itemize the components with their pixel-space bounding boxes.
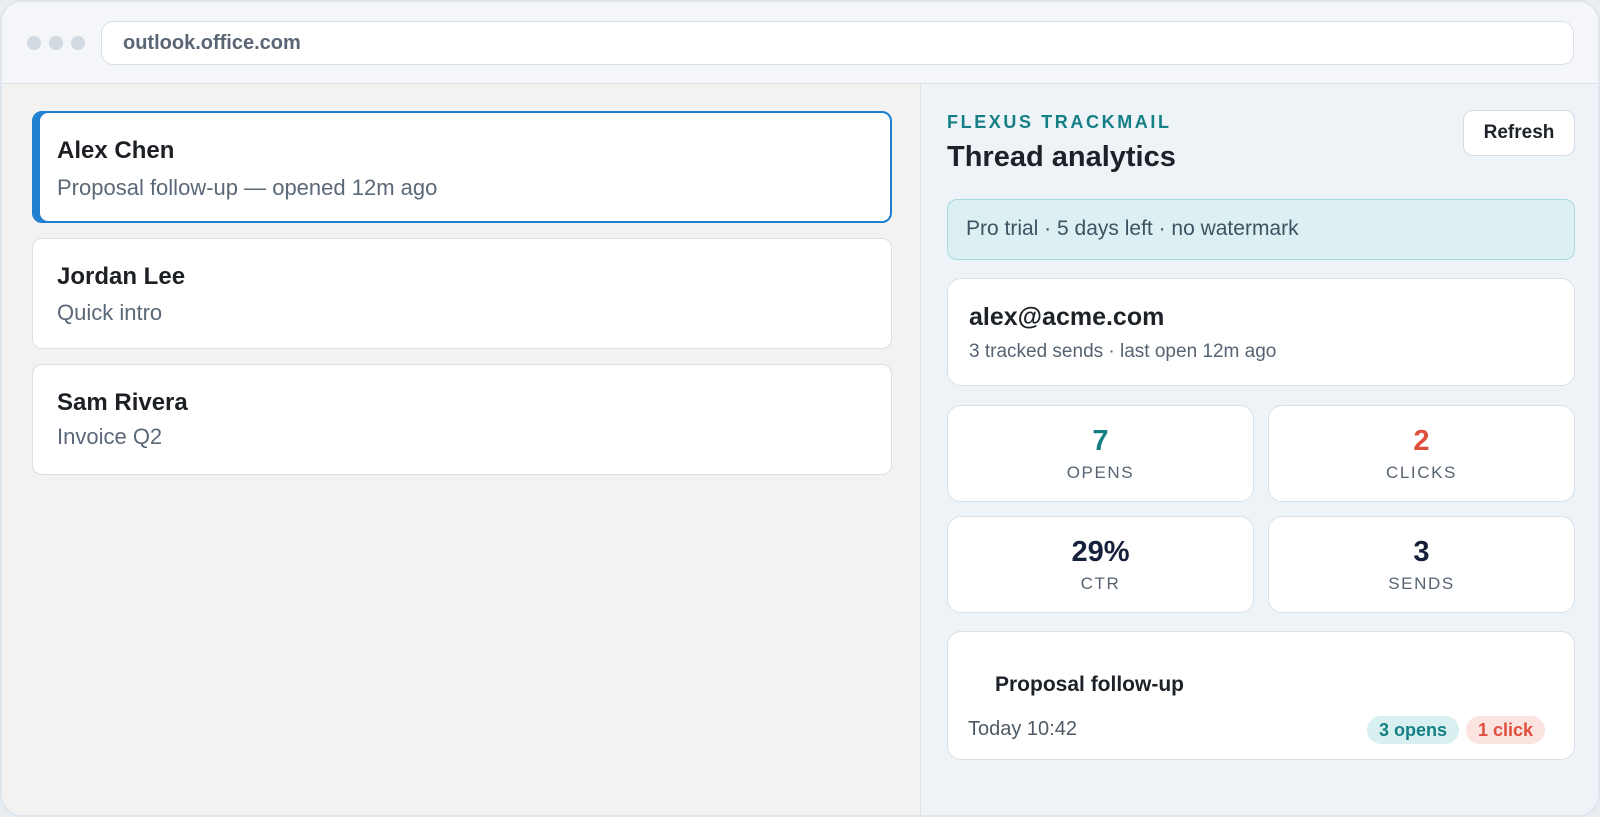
mail-subject: Quick intro (57, 300, 163, 325)
brand-label: FLEXUS TRACKMAIL (947, 112, 1172, 132)
contact-card: alex@acme.com 3 tracked sends · last ope… (947, 278, 1575, 386)
stat-label: CLICKS (1385, 463, 1457, 482)
mail-subject: Proposal follow-up — opened 12m ago (57, 175, 438, 200)
stat-value: 2 (1413, 425, 1430, 457)
mail-item-jordan-lee[interactable]: Jordan Lee Quick intro (32, 238, 892, 349)
mail-sender: Jordan Lee (57, 263, 186, 290)
stat-sends: 3 SENDS (1268, 516, 1575, 613)
thread-subject: Proposal follow-up (995, 673, 1184, 696)
browser-window: outlook.office.com Alex Chen Proposal fo… (0, 0, 1600, 817)
panel-title: Thread analytics (947, 141, 1176, 173)
window-control-dot[interactable] (27, 36, 41, 50)
stat-label: SENDS (1388, 574, 1455, 593)
stat-label: CTR (1080, 574, 1121, 593)
stat-value: 29% (1071, 536, 1130, 568)
stat-value: 7 (1092, 425, 1109, 457)
browser-toolbar: outlook.office.com (2, 2, 1598, 84)
clicks-badge: 1 click (1466, 716, 1546, 744)
contact-email: alex@acme.com (969, 303, 1165, 331)
thread-card[interactable]: Proposal follow-up Today 10:42 3 opens 1… (947, 631, 1575, 760)
stat-ctr: 29% CTR (947, 516, 1254, 613)
contact-meta: 3 tracked sends · last open 12m ago (969, 341, 1277, 362)
refresh-button[interactable]: Refresh (1463, 110, 1575, 156)
mail-sender: Sam Rivera (57, 389, 188, 416)
trackmail-panel: FLEXUS TRACKMAIL Thread analytics Refres… (922, 84, 1598, 815)
stat-label: OPENS (1066, 463, 1135, 482)
address-bar[interactable]: outlook.office.com (101, 21, 1574, 65)
window-control-dot[interactable] (49, 36, 63, 50)
trial-notice: Pro trial · 5 days left · no watermark (947, 199, 1575, 260)
mail-list-pane: Alex Chen Proposal follow-up — opened 12… (2, 84, 921, 815)
stat-opens: 7 OPENS (947, 405, 1254, 502)
mail-subject: Invoice Q2 (57, 424, 163, 449)
stat-clicks: 2 CLICKS (1268, 405, 1575, 502)
mail-item-alex-chen[interactable]: Alex Chen Proposal follow-up — opened 12… (32, 111, 892, 223)
mail-sender: Alex Chen (57, 137, 175, 164)
stat-value: 3 (1413, 536, 1430, 568)
window-control-dot[interactable] (71, 36, 85, 50)
mail-item-sam-rivera[interactable]: Sam Rivera Invoice Q2 (32, 364, 892, 475)
thread-time: Today 10:42 (968, 718, 1077, 740)
opens-badge: 3 opens (1367, 716, 1460, 744)
